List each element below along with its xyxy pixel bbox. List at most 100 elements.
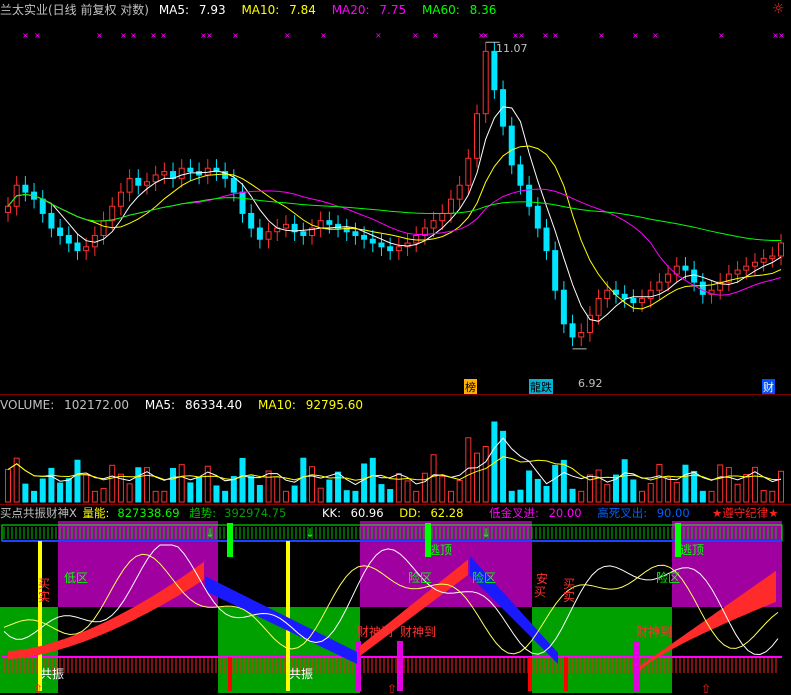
candle-body [508,125,515,166]
volume-bar [395,473,402,503]
volume-bar [178,464,185,503]
candle-body [256,227,263,240]
ma5-label: MA5: [158,3,190,17]
zone-low-label-1: 低区 [64,571,89,585]
volume-panel-header: VOLUME: 102172.00 MA5: 86334.40 MA10: 92… [0,397,375,413]
resonance-label-1: 共振 [40,667,65,681]
energy-label: 量能: [82,506,110,520]
stock-title: 兰太实业(日线 前复权 对数) [0,3,149,17]
candlestick-chart[interactable]: × × × × × × × × × × × × × × × ×× × × × × × × × × × × [0,18,791,394]
green-signal-bar [227,523,233,557]
volume-bar [83,474,90,503]
volume-bar [569,488,576,503]
candle-body [161,171,168,176]
volume-bar [578,490,585,503]
volume-bar [100,487,107,503]
marker-cross: × [120,31,127,40]
candle-body [543,227,550,252]
marker-cross: × [320,31,327,40]
volume-bar [291,485,298,503]
candle-body [39,198,46,214]
volume-bar [447,490,454,503]
candle-body [117,191,124,207]
volume-bar [778,470,784,503]
volume-bar [725,467,732,503]
candle-body [100,220,107,236]
volume-bar [196,477,203,503]
volume-bar [743,474,750,503]
marker-cross: × [130,31,137,40]
volume-chart[interactable] [0,412,791,504]
vol-ma10-label: MA10: [258,398,296,412]
candle-body [135,177,142,186]
candle-body [395,246,402,252]
candle-body [691,269,698,283]
volume-bar [639,490,646,503]
golden-cross-value: 20.00 [548,506,582,520]
volume-bar [517,489,524,503]
candle-body [387,246,394,252]
marker-cross: × [34,31,41,40]
volume-bar [248,475,255,503]
volume-bar [378,484,385,503]
indicator-chart[interactable]: ↓ ↓ ↓ ⇧ ⇧ ⇧ [0,521,791,695]
high-price-label: 11.07 [496,42,528,55]
red-signal-bar [528,657,532,691]
volume-bar [560,459,567,503]
volume-bar [717,464,724,503]
ma10-value: 7.84 [289,3,316,17]
volume-bar [430,454,437,503]
volume-bar [526,470,533,503]
candle-body [778,242,784,257]
volume-bar [48,467,55,503]
tag-cai: 财 [762,379,775,395]
trend-value: 392974.75 [224,506,287,520]
golden-cross-label: 低金叉进: [489,506,539,520]
volume-bar [265,470,272,503]
low-price-label: 6.92 [578,377,603,390]
volume-bar [126,483,133,503]
ma60-value: 8.36 [469,3,497,17]
zone-danger-label-2: 险区 [472,571,497,585]
candle-body [22,184,29,193]
tag-bang: 榜 [464,379,477,395]
candle-body [5,205,11,213]
volume-label: VOLUME: [0,398,55,412]
marker-cross: × [718,31,725,40]
panel-divider [0,394,791,395]
candle-body [369,238,376,244]
god-arrive-label-1: 财神到 [357,625,394,639]
vol-ma5-label: MA5: [144,398,176,412]
volume-bar [256,484,263,503]
candle-body [187,167,194,173]
candle-body [65,234,72,244]
volume-ma10-line [7,456,781,481]
candle-body [143,181,150,186]
candle-body [439,212,446,222]
magenta-signal-bar [397,641,403,691]
kk-label: KK: [322,506,341,520]
volume-bar [213,485,220,503]
tag-longdie: 龍跌 [529,379,553,395]
up-arrow-icon: ⇧ [701,682,711,695]
volume-bar [326,479,333,503]
volume-bar [604,484,611,503]
volume-bar [439,475,446,503]
up-arrow-icon: ⇧ [387,682,397,695]
volume-bar [239,457,246,503]
ma10-label: MA10: [241,3,280,17]
candle-body [447,198,454,214]
candle-body [569,323,576,338]
volume-bar [760,490,767,503]
sun-icon[interactable]: ☼ [772,2,785,16]
volume-bar [673,481,680,503]
volume-bar [474,452,481,503]
marker-cross: × [206,31,213,40]
candle-body [239,191,246,214]
volume-bar [222,490,229,503]
volume-bar [282,490,289,503]
volume-bar [109,464,116,503]
candle-body [665,273,672,283]
volume-bar [170,467,177,503]
marker-cross: × [375,31,382,40]
